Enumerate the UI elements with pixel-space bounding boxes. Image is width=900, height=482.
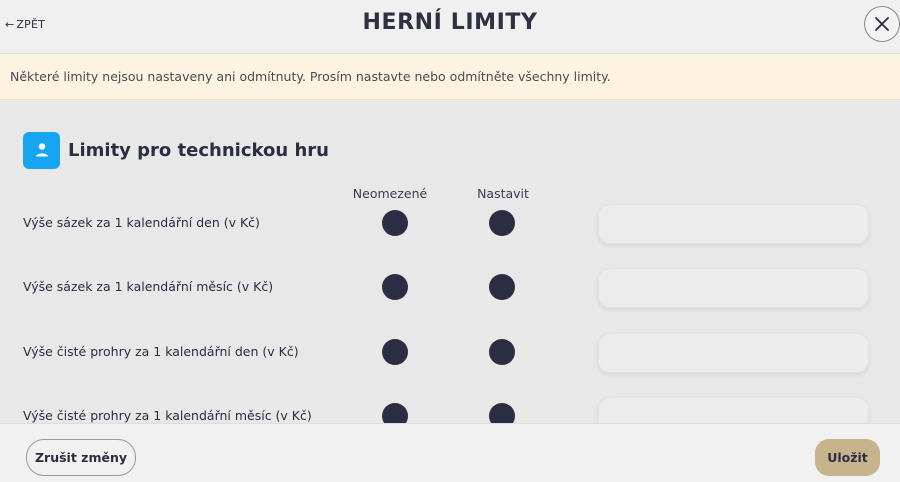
close-button[interactable]: [864, 6, 900, 42]
column-header-set: Nastavit: [477, 186, 529, 201]
radio-unlimited-daily-net-loss[interactable]: [382, 339, 408, 365]
input-daily-net-loss[interactable]: [598, 333, 869, 373]
row-label-daily-bets: Výše sázek za 1 kalendářní den (v Kč): [23, 215, 260, 230]
warning-text: Některé limity nejsou nastaveny ani odmí…: [10, 69, 611, 84]
limits-dialog: ← ZPĚT HERNÍ LIMITY Některé limity nejso…: [0, 0, 900, 482]
cancel-changes-button[interactable]: Zrušit změny: [26, 439, 136, 476]
input-daily-bets[interactable]: [598, 204, 869, 244]
radio-set-monthly-bets[interactable]: [489, 274, 515, 300]
warning-banner: Některé limity nejsou nastaveny ani odmí…: [0, 54, 900, 100]
header: ← ZPĚT HERNÍ LIMITY: [0, 0, 900, 54]
row-label-daily-net-loss: Výše čisté prohry za 1 kalendářní den (v…: [23, 344, 299, 359]
radio-unlimited-monthly-bets[interactable]: [382, 274, 408, 300]
input-monthly-bets[interactable]: [598, 268, 869, 308]
column-header-unlimited: Neomezené: [352, 186, 428, 201]
footer-bar: Zrušit změny Uložit: [0, 423, 900, 482]
row-label-monthly-bets: Výše sázek za 1 kalendářní měsíc (v Kč): [23, 279, 274, 294]
user-icon: [23, 131, 60, 169]
section-title: Limity pro technickou hru: [68, 139, 329, 161]
save-button[interactable]: Uložit: [815, 439, 880, 476]
section-heading: Limity pro technickou hru: [23, 131, 329, 169]
radio-set-daily-bets[interactable]: [489, 210, 515, 236]
page-title: HERNÍ LIMITY: [362, 10, 538, 35]
radio-set-daily-net-loss[interactable]: [489, 339, 515, 365]
radio-unlimited-daily-bets[interactable]: [382, 210, 408, 236]
close-icon: [875, 17, 889, 31]
